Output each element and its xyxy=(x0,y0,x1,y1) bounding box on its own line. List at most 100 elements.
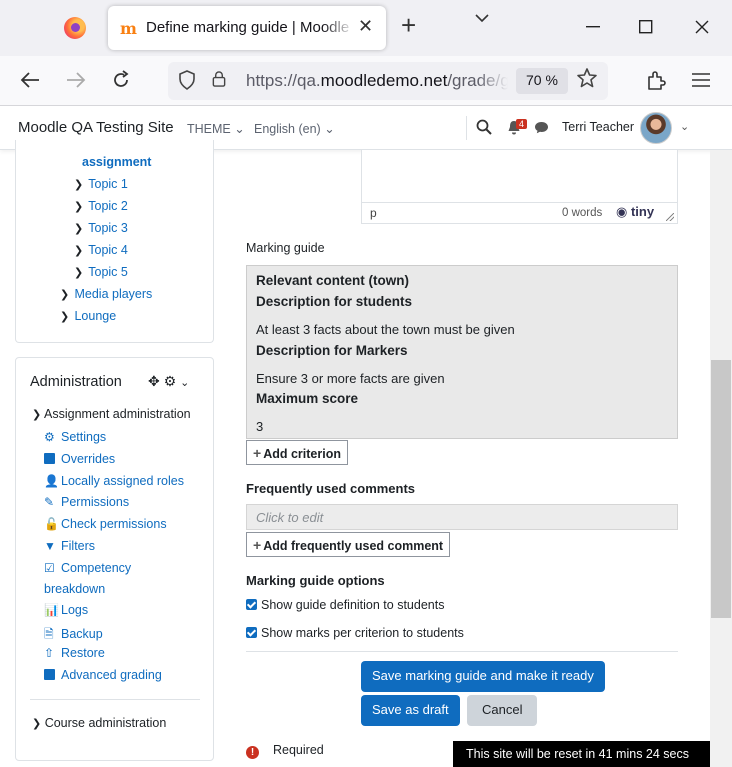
menu-hamburger-icon[interactable] xyxy=(692,73,710,87)
admin-link-settings[interactable]: ⚙ Settings xyxy=(44,430,106,444)
upload-icon: ⇧ xyxy=(44,646,55,660)
edit-icon: ✎ xyxy=(44,495,55,509)
chevron-down-icon[interactable]: ⌄ xyxy=(180,377,189,389)
search-icon[interactable] xyxy=(476,119,492,135)
tree-item-current-assignment[interactable]: assignment xyxy=(82,155,151,169)
site-reset-notice: This site will be reset in 41 mins 24 se… xyxy=(453,741,710,767)
chevron-right-icon: ❯ xyxy=(74,223,84,235)
admin-link-overrides[interactable]: Overrides xyxy=(44,452,115,466)
chevron-down-icon[interactable]: ⌄ xyxy=(680,120,689,133)
back-arrow-icon[interactable] xyxy=(20,71,40,89)
moodle-favicon-icon: m xyxy=(120,19,137,38)
editor-path[interactable]: p xyxy=(370,206,377,220)
options-heading: Marking guide options xyxy=(246,573,385,588)
chevron-right-icon: ❯ xyxy=(74,245,84,257)
tree-item-topic-3[interactable]: ❯ Topic 3 xyxy=(74,221,128,235)
user-avatar[interactable] xyxy=(640,112,672,144)
assignment-administration-toggle[interactable]: ❯ Assignment administration xyxy=(32,407,191,421)
admin-link-filters[interactable]: ▼ Filters xyxy=(44,539,95,553)
criterion-name[interactable]: Relevant content (town) xyxy=(256,273,409,288)
marking-guide-label: Marking guide xyxy=(246,241,325,255)
resize-handle-icon[interactable] xyxy=(666,213,674,221)
extensions-icon[interactable] xyxy=(646,69,666,91)
checkbox-icon: ☑ xyxy=(44,561,55,575)
marking-guide-criterion[interactable]: Relevant content (town) Description for … xyxy=(246,265,678,439)
editor-word-count[interactable]: 0 words xyxy=(562,207,602,219)
checkbox-checked-icon[interactable] xyxy=(246,599,257,610)
admin-link-restore[interactable]: ⇧ Restore xyxy=(44,646,105,660)
tree-item-topic-1[interactable]: ❯ Topic 1 xyxy=(74,177,128,191)
square-icon xyxy=(44,453,55,464)
move-icon[interactable]: ✥ xyxy=(148,373,160,389)
admin-link-permissions[interactable]: ✎ Permissions xyxy=(44,495,129,509)
chevron-right-icon: ❯ xyxy=(74,201,84,213)
show-marks-checkbox[interactable]: Show marks per criterion to students xyxy=(246,626,464,640)
save-ready-button[interactable]: Save marking guide and make it ready xyxy=(361,661,605,692)
admin-link-advanced-grading[interactable]: Advanced grading xyxy=(44,668,162,682)
cancel-button[interactable]: Cancel xyxy=(467,695,538,726)
message-icon[interactable] xyxy=(534,121,549,134)
gear-icon[interactable]: ⚙ xyxy=(164,373,177,389)
zoom-level-badge[interactable]: 70 % xyxy=(516,68,568,94)
navbar-divider xyxy=(466,116,467,140)
chart-icon: 📊 xyxy=(44,603,59,617)
page-scrollbar-thumb[interactable] xyxy=(711,360,731,618)
checkbox-checked-icon[interactable] xyxy=(246,627,257,638)
admin-link-competency-breakdown-line2[interactable]: breakdown xyxy=(44,582,105,596)
language-menu[interactable]: English (en) ⌄ xyxy=(254,121,335,136)
bookmark-star-icon[interactable] xyxy=(576,67,598,89)
tab-close-icon[interactable]: ✕ xyxy=(358,16,373,37)
block-controls[interactable]: ✥ ⚙ ⌄ xyxy=(148,373,189,390)
admin-link-logs[interactable]: 📊 Logs xyxy=(44,603,88,617)
tree-item-media-players[interactable]: ❯ Media players xyxy=(60,287,152,301)
browser-tab-active[interactable]: m Define marking guide | Moodle QA Testi… xyxy=(108,6,386,50)
firefox-logo-icon[interactable] xyxy=(64,17,86,39)
max-score-value[interactable]: 3 xyxy=(256,419,263,434)
tiny-logo-icon[interactable]: ◉ tiny xyxy=(616,204,654,220)
site-name-link[interactable]: Moodle QA Testing Site xyxy=(18,119,174,136)
url-bar[interactable]: https://qa.moodledemo.net/grade/grading/… xyxy=(168,62,608,100)
plus-icon: + xyxy=(253,445,262,461)
tab-list-chevron-icon[interactable] xyxy=(474,12,490,24)
theme-menu[interactable]: THEME ⌄ xyxy=(187,121,245,136)
add-comment-button[interactable]: + Add frequently used comment xyxy=(246,532,451,557)
file-icon: 🗎 xyxy=(44,627,54,641)
tree-item-topic-5[interactable]: ❯ Topic 5 xyxy=(74,265,128,279)
add-criterion-button[interactable]: + Add criterion xyxy=(246,440,348,465)
description-markers-text[interactable]: Ensure 3 or more facts are given xyxy=(256,371,445,386)
description-students-label: Description for students xyxy=(256,294,413,309)
notification-count-badge: 4 xyxy=(516,119,528,129)
shield-icon[interactable] xyxy=(178,70,196,90)
admin-link-competency-breakdown[interactable]: ☑ Competency xyxy=(44,561,131,575)
comments-input[interactable]: Click to edit xyxy=(246,504,678,530)
admin-link-locally-assigned-roles[interactable]: 👤 Locally assigned roles xyxy=(44,474,184,488)
description-students-text[interactable]: At least 3 facts about the town must be … xyxy=(256,322,515,337)
user-icon: 👤 xyxy=(44,474,59,488)
user-name[interactable]: Terri Teacher xyxy=(562,120,634,134)
reload-icon[interactable] xyxy=(111,70,131,90)
maximize-icon[interactable] xyxy=(639,20,653,34)
administration-title: Administration xyxy=(30,374,122,390)
tree-item-lounge[interactable]: ❯ Lounge xyxy=(60,309,116,323)
admin-divider xyxy=(30,699,200,700)
window-close-icon[interactable] xyxy=(695,20,709,34)
show-definition-checkbox[interactable]: Show guide definition to students xyxy=(246,598,444,612)
chevron-down-icon: ⌄ xyxy=(234,122,245,136)
tab-title: Define marking guide | Moodle QA Testing… xyxy=(146,19,354,36)
tree-item-topic-4[interactable]: ❯ Topic 4 xyxy=(74,243,128,257)
new-tab-button[interactable]: + xyxy=(401,12,416,38)
course-administration-toggle[interactable]: ❯ Course administration xyxy=(32,716,166,730)
lock-icon[interactable] xyxy=(212,71,226,87)
tree-item-topic-2[interactable]: ❯ Topic 2 xyxy=(74,199,128,213)
chevron-right-icon: ❯ xyxy=(32,718,42,730)
description-editor[interactable]: p 0 words ◉ tiny xyxy=(361,150,678,224)
chevron-down-icon: ❯ xyxy=(32,409,42,421)
minimize-icon[interactable] xyxy=(586,26,600,28)
save-draft-button[interactable]: Save as draft xyxy=(361,695,460,726)
chevron-right-icon: ❯ xyxy=(60,289,70,301)
browser-titlebar: m Define marking guide | Moodle QA Testi… xyxy=(0,0,732,56)
url-text[interactable]: https://qa.moodledemo.net/grade/grading/… xyxy=(246,71,508,91)
admin-link-backup[interactable]: 🗎 Backup xyxy=(44,625,103,646)
chevron-right-icon: ❯ xyxy=(74,179,84,191)
admin-link-check-permissions[interactable]: 🔓 Check permissions xyxy=(44,517,167,531)
